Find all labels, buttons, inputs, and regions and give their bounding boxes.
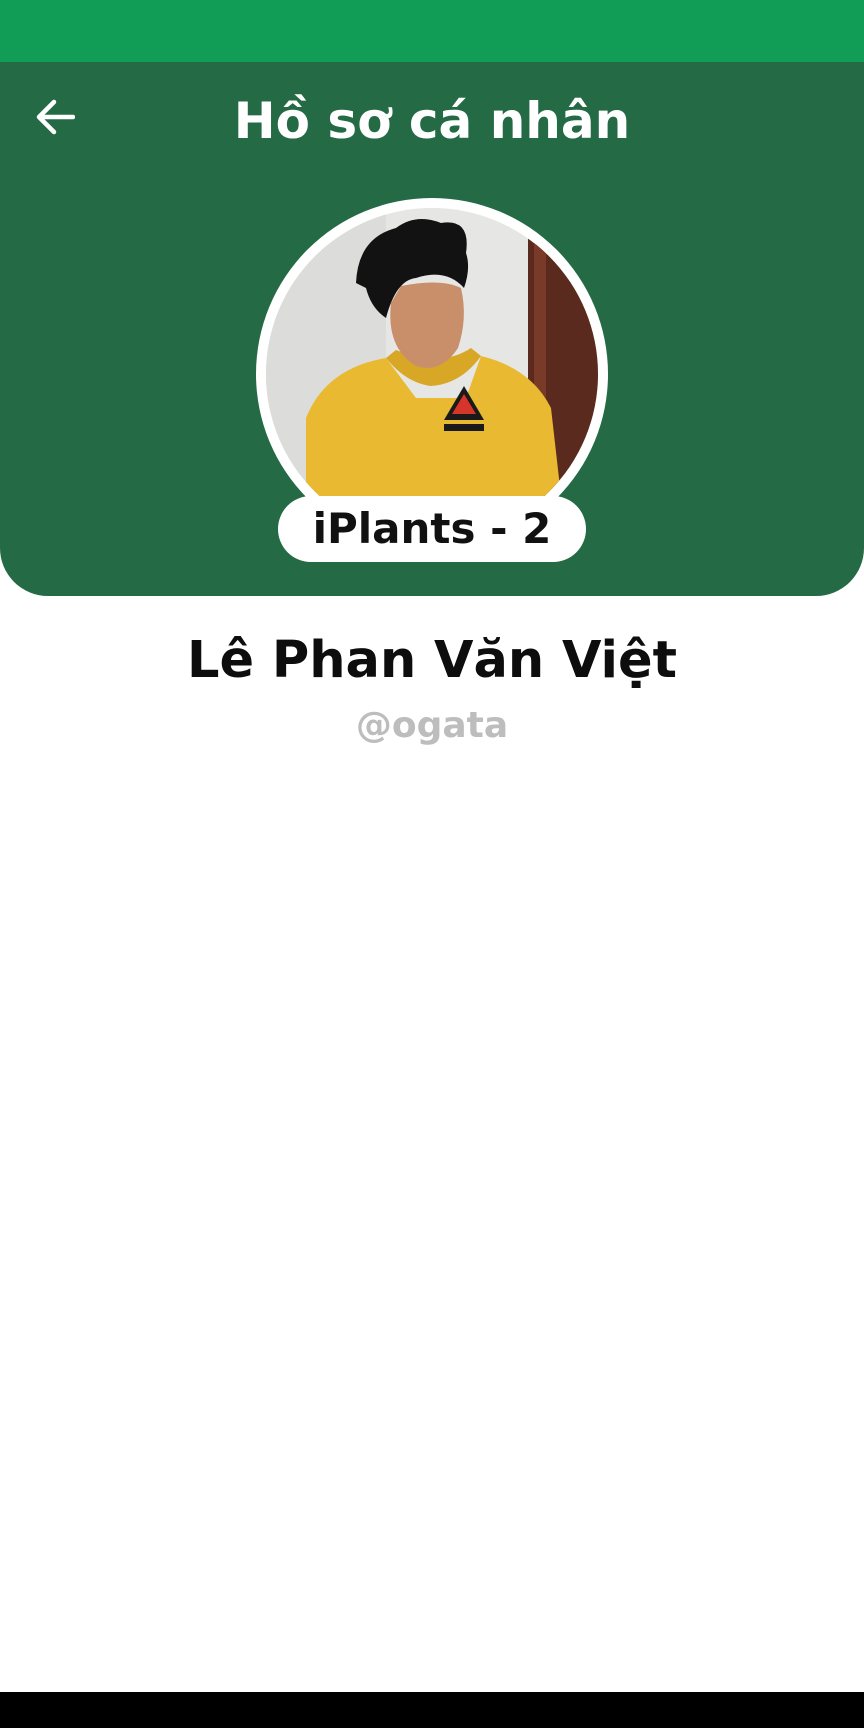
avatar[interactable] <box>266 208 598 540</box>
username-handle: @ogata <box>355 705 509 746</box>
arrow-left-icon <box>35 99 75 135</box>
page-title: Hồ sơ cá nhân <box>233 92 631 150</box>
system-navigation-bar <box>0 1692 864 1728</box>
back-button[interactable] <box>22 88 88 146</box>
user-full-name: Lê Phan Văn Việt <box>187 631 677 690</box>
status-bar <box>0 0 864 62</box>
organization-badge: iPlants - 2 <box>278 496 586 562</box>
